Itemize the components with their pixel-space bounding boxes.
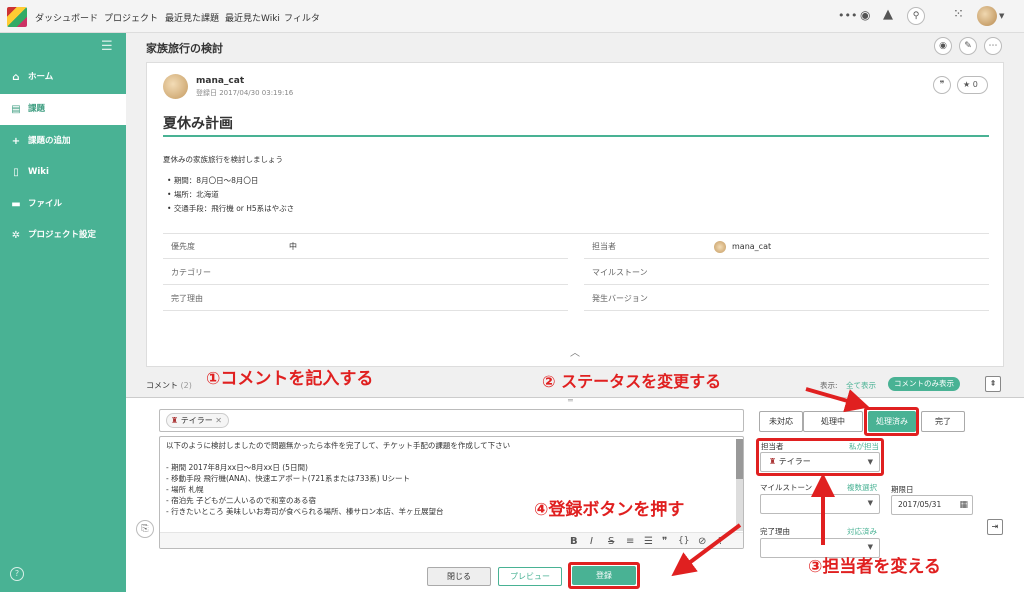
sidebar-item-label: ホーム — [28, 72, 54, 82]
nav-recent-issues[interactable]: 最近見た課題 — [165, 11, 219, 24]
home-icon: ⌂ — [12, 72, 20, 83]
top-navigation: ダッシュボード プロジェクト 最近見た課題 最近見たWiki フィルタ ••• … — [0, 0, 1024, 33]
chevron-down-icon[interactable]: ▼ — [999, 12, 1004, 20]
wiki-icon: ▯ — [13, 167, 19, 178]
annotation-arrows — [671, 387, 870, 577]
apps-grid-icon[interactable]: ⁙ — [953, 7, 964, 22]
arrow-to-status — [805, 387, 870, 413]
sidebar-item-label: 課題の追加 — [28, 136, 71, 146]
sidebar-item-issues[interactable]: ▤ 課題 — [0, 94, 126, 125]
bell-icon[interactable]: ▲ — [883, 7, 893, 22]
sidebar-item-label: ファイル — [28, 199, 63, 209]
sidebar-item-label: Wiki — [28, 167, 49, 177]
sidebar-item-files[interactable]: ▬ ファイル — [0, 189, 126, 220]
sidebar-item-project-settings[interactable]: ✲ プロジェクト設定 — [0, 220, 126, 251]
eye-icon[interactable]: ◉ — [860, 8, 870, 22]
nav-dashboard[interactable]: ダッシュボード — [35, 11, 98, 24]
search-button[interactable]: ⚲ — [907, 7, 925, 25]
sidebar-item-label: 課題 — [28, 104, 46, 114]
nav-filter[interactable]: フィルタ — [284, 11, 320, 24]
search-icon: ⚲ — [912, 11, 920, 21]
app-logo[interactable] — [7, 7, 27, 27]
nav-project[interactable]: プロジェクト — [104, 11, 158, 24]
gear-icon: ✲ — [11, 230, 21, 241]
help-icon[interactable]: ? — [10, 567, 24, 581]
sidebar-item-home[interactable]: ⌂ ホーム — [0, 62, 126, 93]
hamburger-menu-icon[interactable]: ☰ — [101, 39, 113, 54]
folder-icon: ▬ — [11, 199, 21, 210]
more-icon[interactable]: ••• — [838, 9, 857, 22]
sidebar-item-wiki[interactable]: ▯ Wiki — [0, 157, 126, 188]
sidebar: ☰ ⌂ ホーム ▤ 課題 + 課題の追加 ▯ Wiki ▬ ファイル ✲ プロジェクト設定 … — [0, 33, 126, 592]
sidebar-item-add-issue[interactable]: + 課題の追加 — [0, 126, 126, 157]
nav-recent-wiki[interactable]: 最近見たWiki — [225, 11, 280, 24]
plus-icon: + — [11, 136, 21, 147]
arrow-to-submit — [671, 523, 742, 577]
user-avatar[interactable] — [977, 6, 997, 26]
main-content: 家族旅行の検討 ◉ ✎ ⋯ mana_cat 登録日 2017/04/30 03… — [126, 33, 1024, 592]
list-icon: ▤ — [11, 104, 21, 115]
sidebar-item-label: プロジェクト設定 — [28, 230, 97, 240]
